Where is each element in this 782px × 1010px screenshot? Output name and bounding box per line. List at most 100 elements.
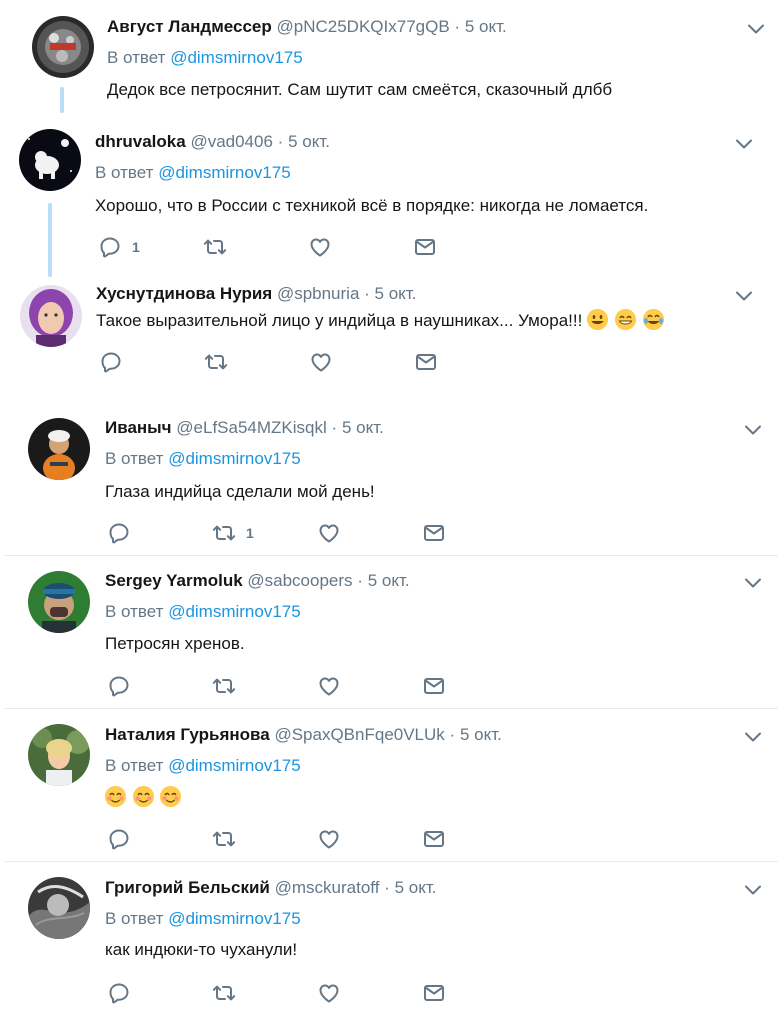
author-name[interactable]: Григорий Бельский — [105, 878, 270, 897]
author-name[interactable]: Sergey Yarmoluk — [105, 571, 243, 590]
avatar[interactable] — [28, 724, 90, 786]
retweet-button[interactable]: 1 — [212, 521, 254, 545]
retweet-button[interactable] — [203, 235, 237, 259]
heart-icon — [317, 827, 341, 851]
tweet-actions — [99, 350, 459, 374]
timestamp[interactable]: 5 окт. — [342, 418, 384, 437]
tweet-actions — [107, 981, 467, 1005]
reply-button[interactable] — [99, 350, 133, 374]
tweet[interactable]: Григорий Бельский @msckuratoff · 5 окт. … — [0, 862, 782, 1010]
like-button[interactable] — [317, 827, 341, 851]
chevron-down-icon[interactable] — [743, 422, 763, 438]
heart-icon — [309, 350, 333, 374]
direct-message-button[interactable] — [422, 827, 446, 851]
envelope-icon — [422, 981, 446, 1005]
reply-button[interactable] — [107, 827, 141, 851]
avatar[interactable] — [32, 16, 94, 78]
author-name[interactable]: dhruvaloka — [95, 132, 186, 151]
author-handle[interactable]: @sabcoopers — [247, 571, 352, 590]
tweet[interactable]: dhruvaloka @vad0406 · 5 окт. В ответ @di… — [0, 118, 782, 270]
reply-count: 1 — [132, 239, 140, 255]
avatar[interactable] — [28, 571, 90, 633]
like-button[interactable] — [308, 235, 332, 259]
chevron-down-icon[interactable] — [743, 575, 763, 591]
tweet-actions — [107, 827, 467, 851]
reply-prefix: В ответ — [105, 909, 164, 928]
retweet-button[interactable] — [212, 981, 246, 1005]
avatar[interactable] — [28, 418, 90, 480]
reply-prefix: В ответ — [105, 602, 164, 621]
reply-button[interactable] — [107, 981, 141, 1005]
direct-message-button[interactable] — [414, 350, 438, 374]
avatar[interactable] — [28, 877, 90, 939]
reply-mention-link[interactable]: @dimsmirnov175 — [168, 756, 301, 775]
envelope-icon — [422, 827, 446, 851]
direct-message-button[interactable] — [422, 521, 446, 545]
author-handle[interactable]: @pNC25DKQIx77gQB — [277, 17, 450, 36]
retweet-button[interactable] — [204, 350, 238, 374]
retweet-icon — [212, 521, 236, 545]
avatar[interactable] — [20, 285, 82, 347]
reply-mention-link[interactable]: @dimsmirnov175 — [158, 163, 291, 182]
reply-prefix: В ответ — [95, 163, 154, 182]
timestamp[interactable]: 5 окт. — [368, 571, 410, 590]
chevron-down-icon[interactable] — [734, 288, 754, 304]
like-button[interactable] — [317, 674, 341, 698]
tweet[interactable]: Иваныч @eLfSa54MZKisqkl · 5 окт. В ответ… — [0, 400, 782, 555]
author-name[interactable]: Наталия Гурьянова — [105, 725, 270, 744]
tweet[interactable]: Август Ландмессер @pNC25DKQIx77gQB · 5 о… — [0, 0, 782, 118]
chevron-down-icon[interactable] — [734, 136, 754, 152]
tweet[interactable]: Хуснутдинова Нурия @spbnuria · 5 окт. Та… — [0, 270, 782, 400]
tweet[interactable]: Sergey Yarmoluk @sabcoopers · 5 окт. В о… — [0, 556, 782, 708]
author-handle[interactable]: @SpaxQBnFqe0VLUk — [274, 725, 444, 744]
author-name[interactable]: Иваныч — [105, 418, 172, 437]
retweet-icon — [212, 981, 236, 1005]
author-handle[interactable]: @eLfSa54MZKisqkl — [176, 418, 327, 437]
timestamp[interactable]: 5 окт. — [460, 725, 502, 744]
author-handle[interactable]: @vad0406 — [190, 132, 273, 151]
direct-message-button[interactable] — [413, 235, 437, 259]
reply-mention-link[interactable]: @dimsmirnov175 — [168, 909, 301, 928]
timestamp[interactable]: 5 окт. — [395, 878, 437, 897]
separator-dot: · — [331, 418, 338, 437]
author-name[interactable]: Август Ландмессер — [107, 17, 272, 36]
reply-icon — [99, 350, 123, 374]
heart-icon — [317, 521, 341, 545]
reply-mention-link[interactable]: @dimsmirnov175 — [168, 449, 301, 468]
timestamp[interactable]: 5 окт. — [288, 132, 330, 151]
reply-button[interactable] — [107, 674, 141, 698]
envelope-icon — [422, 674, 446, 698]
retweet-icon — [204, 350, 228, 374]
reply-button[interactable]: 1 — [98, 235, 140, 259]
tweet[interactable]: Наталия Гурьянова @SpaxQBnFqe0VLUk · 5 о… — [0, 709, 782, 861]
like-button[interactable] — [309, 350, 333, 374]
reply-icon — [107, 981, 131, 1005]
direct-message-button[interactable] — [422, 674, 446, 698]
tweet-text: Такое выразительной лицо у индийца в нау… — [96, 311, 583, 330]
timestamp[interactable]: 5 окт. — [375, 284, 417, 303]
heart-icon — [317, 981, 341, 1005]
retweet-button[interactable] — [212, 674, 246, 698]
chevron-down-icon[interactable] — [746, 21, 766, 37]
avatar[interactable] — [19, 129, 81, 191]
like-button[interactable] — [317, 981, 341, 1005]
like-button[interactable] — [317, 521, 341, 545]
reply-button[interactable] — [107, 521, 141, 545]
reply-mention-link[interactable]: @dimsmirnov175 — [170, 48, 303, 67]
author-handle[interactable]: @spbnuria — [277, 284, 359, 303]
chevron-down-icon[interactable] — [743, 882, 763, 898]
reply-icon — [107, 674, 131, 698]
envelope-icon — [413, 235, 437, 259]
author-name[interactable]: Хуснутдинова Нурия — [96, 284, 272, 303]
beaming-face-emoji — [614, 309, 636, 330]
separator-dot: · — [384, 878, 390, 897]
grinning-face-emoji — [587, 309, 609, 330]
smiling-face-emoji — [105, 786, 126, 807]
chevron-down-icon[interactable] — [743, 729, 763, 745]
direct-message-button[interactable] — [422, 981, 446, 1005]
retweet-button[interactable] — [212, 827, 246, 851]
tweet-text: Хорошо, что в России с техникой всё в по… — [95, 196, 649, 215]
reply-mention-link[interactable]: @dimsmirnov175 — [168, 602, 301, 621]
author-handle[interactable]: @msckuratoff — [275, 878, 380, 897]
timestamp[interactable]: 5 окт. — [465, 17, 507, 36]
